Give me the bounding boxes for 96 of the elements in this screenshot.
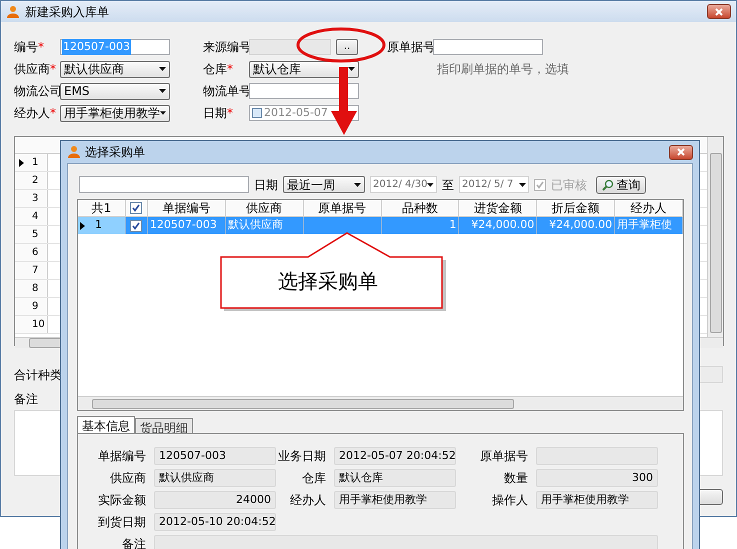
row-number: 1: [32, 156, 38, 170]
field-label: 仓库: [301, 470, 327, 487]
hint-text: 指印刷单据的单号，选填: [437, 61, 569, 77]
horizontal-scrollbar[interactable]: [78, 396, 683, 410]
date-label: 日期: [254, 176, 278, 194]
readonly-field: 2012-05-10 20:04:52: [154, 513, 276, 531]
field-label: 日期*: [203, 105, 233, 122]
checkbox[interactable]: [252, 108, 262, 118]
table-cell-text: ¥24,000.00: [549, 217, 612, 234]
select-field[interactable]: 用手掌柜使用教学: [60, 104, 170, 122]
field-label: 到货日期: [97, 514, 147, 531]
row-number: 7: [32, 264, 38, 278]
row-number: 8: [32, 282, 38, 296]
row-number: 9: [32, 300, 38, 314]
dropdown-icon: [159, 67, 166, 71]
column-header[interactable]: 进货金额: [474, 199, 522, 217]
current-row-icon: [19, 158, 24, 166]
readonly-field: 用手掌柜使用教学: [536, 491, 658, 509]
table-cell-text: 120507-003: [150, 217, 217, 234]
table-cell-text: 1: [95, 217, 102, 234]
input-field[interactable]: [433, 39, 543, 55]
field-label: 操作人: [491, 492, 529, 509]
dropdown-icon: [160, 111, 166, 115]
tab[interactable]: 基本信息: [77, 416, 135, 433]
period-select[interactable]: 最近一周: [283, 176, 365, 193]
dialog-title: 选择采购单: [85, 144, 146, 161]
close-button[interactable]: [669, 144, 693, 160]
readonly-field: 120507-003: [154, 447, 276, 465]
field-label: 经办人*: [14, 105, 56, 122]
query-button[interactable]: 查询: [596, 176, 646, 194]
field-label: 实际金额: [97, 492, 147, 509]
date-field[interactable]: 2012/ 5/ 7: [459, 176, 529, 193]
table-cell-text: 1: [449, 217, 456, 234]
field-label: 仓库*: [203, 61, 233, 78]
column-header[interactable]: 经办人: [630, 199, 667, 217]
row-number: 10: [32, 318, 45, 332]
checkbox[interactable]: [130, 220, 142, 232]
app-icon: [67, 145, 81, 159]
field-label: 编号*: [14, 39, 44, 56]
dropdown-icon: [159, 89, 166, 93]
field-label: 供应商: [109, 470, 147, 487]
column-header[interactable]: 共1: [92, 199, 112, 217]
field-label: 经办人: [289, 492, 327, 509]
checkbox[interactable]: [130, 202, 142, 214]
search-field[interactable]: [79, 176, 249, 193]
to-label: 至: [442, 176, 454, 194]
select-field[interactable]: EMS: [60, 82, 170, 100]
dropdown-icon: [519, 182, 526, 186]
field-label: 单据编号: [97, 448, 147, 465]
table-cell-text: 用手掌柜使: [617, 217, 672, 234]
row-number: 3: [32, 192, 38, 206]
audited-label: 已审核: [551, 176, 587, 194]
field-label: 原单据号: [387, 39, 435, 56]
column-header[interactable]: 供应商: [246, 199, 282, 217]
column-header[interactable]: 原单据号: [318, 199, 366, 217]
select-field[interactable]: 默认供应商: [60, 60, 170, 78]
readonly-field: 默认仓库: [334, 469, 456, 487]
field-label: 物流单号: [203, 83, 251, 100]
search-icon: [602, 178, 614, 190]
input-field[interactable]: [249, 83, 359, 99]
notes-label: 备注: [14, 391, 38, 408]
table-cell-text: ¥24,000.00: [471, 217, 534, 234]
date-field[interactable]: 2012/ 4/30: [370, 176, 437, 193]
close-icon: [715, 8, 723, 16]
row-number: 6: [32, 246, 38, 260]
field-label: 数量: [503, 470, 529, 487]
field-label: 来源编号: [203, 39, 251, 56]
dropdown-icon: [427, 182, 434, 186]
row-number: 2: [32, 174, 38, 188]
field-label: 物流公司: [14, 83, 62, 100]
column-header[interactable]: 品种数: [402, 199, 438, 217]
readonly-field: 24000: [154, 491, 276, 509]
row-number: 5: [32, 228, 38, 242]
dropdown-icon: [354, 182, 361, 186]
column-header[interactable]: 单据编号: [162, 199, 210, 217]
close-icon: [677, 148, 685, 156]
readonly-field: 用手掌柜使用教学: [334, 491, 456, 509]
arrow-overlay: [331, 67, 357, 135]
column-header[interactable]: 折后金额: [552, 199, 600, 217]
close-button[interactable]: [707, 4, 731, 19]
table-row[interactable]: 1 120507-003 默认供应商 1 ¥24,000.00 ¥24,000.00 用手掌柜使: [78, 217, 683, 234]
field-label: 原单据号: [479, 448, 529, 465]
app-icon: [6, 4, 20, 18]
field-label: 业务日期: [277, 448, 327, 465]
select-field[interactable]: 默认仓库: [249, 60, 359, 78]
readonly-field: 默认供应商: [154, 469, 276, 487]
table-cell-text: 默认供应商: [228, 217, 283, 234]
current-row-icon: [80, 222, 85, 230]
vertical-scrollbar[interactable]: [707, 137, 723, 337]
row-number: 4: [32, 210, 38, 224]
field-label: 供应商*: [14, 61, 56, 78]
window-title: 新建采购入库单: [25, 4, 110, 20]
readonly-field: 2012-05-07 20:04:52: [334, 447, 456, 465]
dropdown-icon: [348, 67, 355, 71]
readonly-field: 300: [536, 469, 658, 487]
callout-text: 选择采购单: [278, 269, 378, 293]
